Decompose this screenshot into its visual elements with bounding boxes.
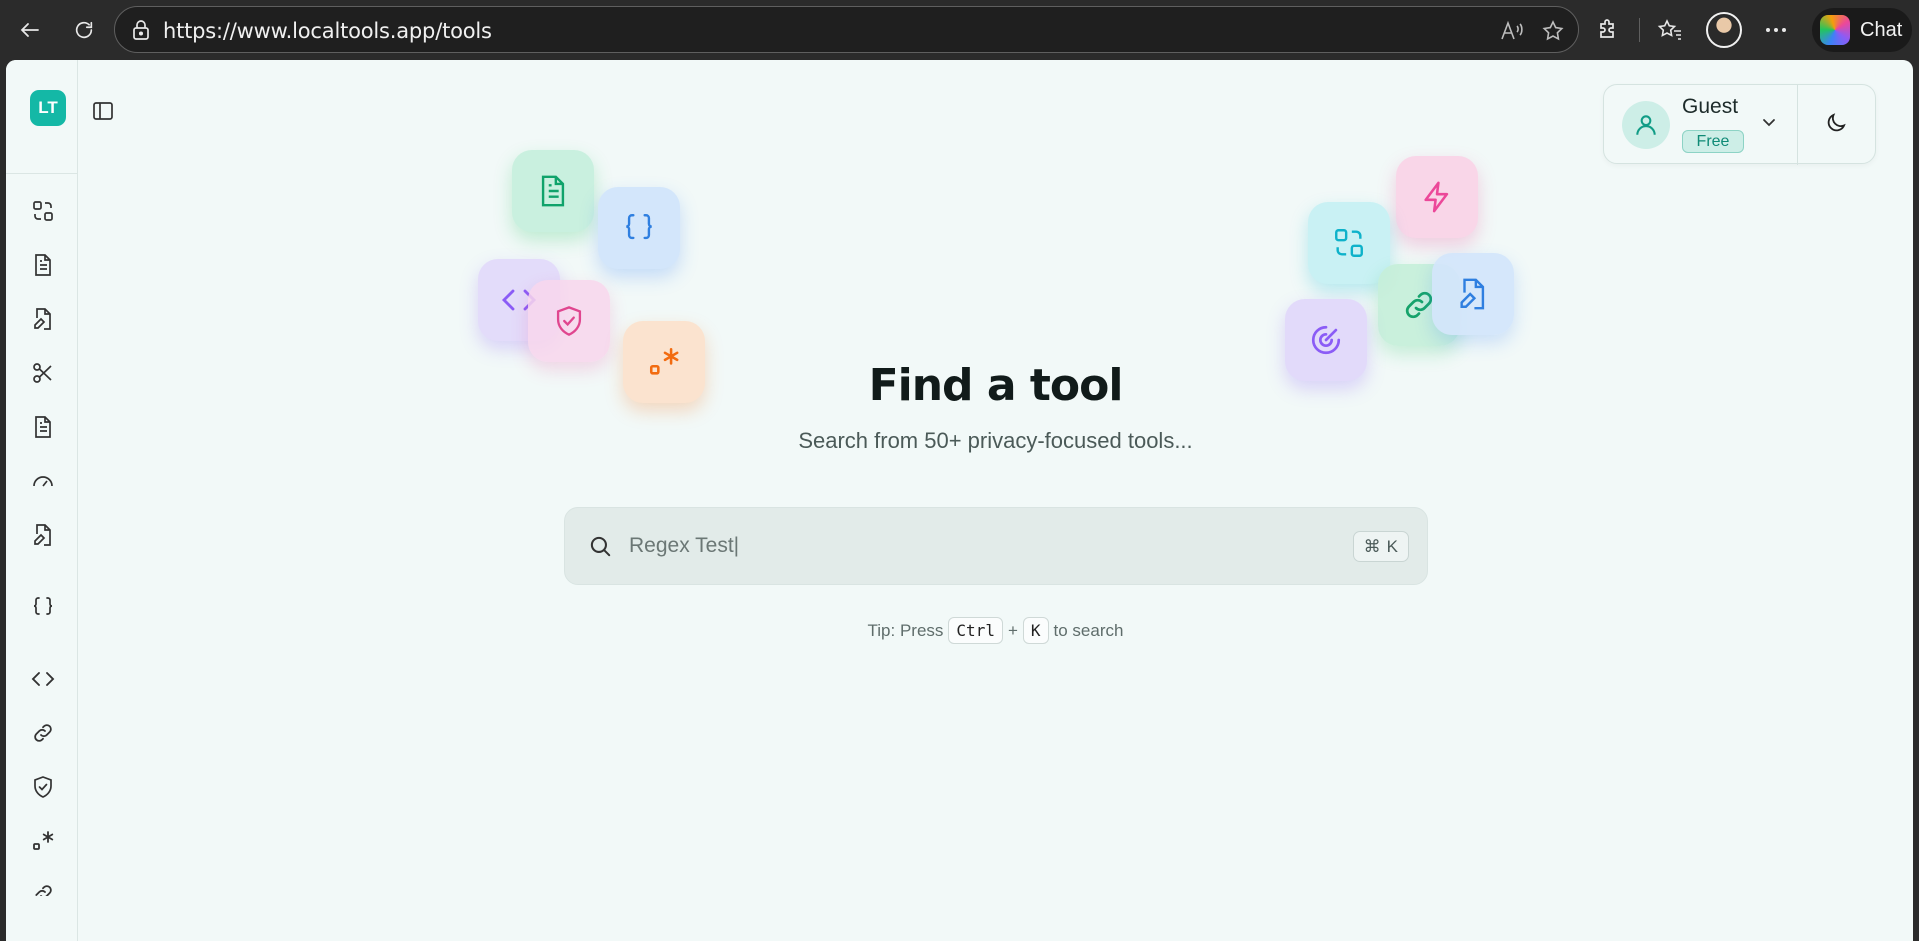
puzzle-icon [1600, 19, 1614, 38]
file-text-icon [541, 175, 565, 207]
moon-icon [1827, 113, 1846, 132]
lightning-icon [1424, 181, 1449, 213]
address-bar[interactable]: https://www.localtools.app/tools [114, 6, 1579, 53]
braces-icon [33, 597, 53, 615]
copilot-icon [1820, 15, 1850, 45]
sidebar-item-regex[interactable] [30, 828, 56, 854]
sidebar-item-gauge[interactable] [30, 468, 56, 494]
ellipsis-icon [1766, 28, 1786, 32]
sidebar-item-signature[interactable] [30, 522, 56, 548]
search-tip: Tip: Press Ctrl + K to search [6, 617, 1913, 644]
sidebar-item-link[interactable] [30, 720, 56, 746]
sidebar-item-converter[interactable] [30, 198, 56, 224]
tip-key-ctrl: Ctrl [948, 617, 1003, 644]
plan-badge: Free [1682, 130, 1744, 153]
tile-bolt [1396, 156, 1478, 238]
convert-icon [33, 201, 53, 221]
star-icon[interactable] [1539, 17, 1567, 45]
refresh-button[interactable] [66, 12, 102, 48]
chevron-down-icon[interactable] [1760, 113, 1778, 136]
regex-icon [33, 831, 54, 850]
shield-check-icon [34, 776, 52, 798]
file-signature-icon [34, 524, 51, 546]
user-name: Guest [1682, 95, 1739, 118]
shield-check-icon [556, 306, 582, 336]
tile-file-edit [1432, 253, 1514, 335]
extensions-button[interactable] [1590, 12, 1626, 48]
read-aloud-icon[interactable] [1498, 17, 1526, 45]
file-text-icon [35, 254, 51, 276]
tile-braces [598, 187, 680, 269]
profile-avatar[interactable] [1706, 12, 1742, 48]
braces-icon [626, 214, 652, 240]
sidebar-item-text[interactable] [30, 252, 56, 278]
tile-file-text [512, 150, 594, 232]
search-icon [587, 533, 613, 564]
app-logo[interactable]: LT [30, 90, 66, 126]
user-menu[interactable]: Guest Free [1603, 84, 1876, 165]
target-icon [1311, 325, 1341, 355]
arrow-left-icon [20, 23, 39, 37]
file-edit-icon [1460, 278, 1485, 310]
panel-left-icon [93, 102, 113, 120]
command-symbol: ⌘ [1363, 536, 1381, 556]
search-input[interactable] [629, 526, 1329, 566]
user-card-divider [1797, 85, 1798, 165]
gauge-icon [33, 476, 53, 487]
refresh-icon [75, 21, 93, 39]
tip-plus: + [1007, 620, 1018, 640]
copilot-chat-button[interactable]: Chat [1812, 8, 1912, 52]
sidebar-item-more[interactable] [30, 882, 56, 896]
sidebar-item-file-edit[interactable] [30, 306, 56, 332]
tip-prefix: Tip: Press [867, 620, 944, 640]
favorites-icon [1657, 19, 1681, 40]
page-subtitle: Search from 50+ privacy-focused tools... [798, 428, 1193, 453]
sidebar-item-security[interactable] [30, 774, 56, 800]
code-icon [31, 672, 55, 686]
search-bar[interactable]: ⌘ K [564, 507, 1428, 585]
chat-label: Chat [1860, 18, 1903, 41]
page-title: Find a tool [868, 360, 1124, 411]
more-options-button[interactable] [1758, 12, 1794, 48]
tile-convert [1308, 202, 1390, 284]
file-edit-icon [34, 308, 51, 330]
shortcut-badge: ⌘ K [1352, 531, 1409, 562]
more-icon [35, 885, 52, 896]
shortcut-key: K [1386, 536, 1398, 556]
toolbar-separator [1639, 18, 1640, 42]
tip-suffix: to search [1053, 620, 1124, 640]
sidebar-divider [6, 173, 78, 174]
browser-toolbar: https://www.localtools.app/tools Chat [0, 0, 1919, 60]
back-button[interactable] [12, 12, 48, 48]
tip-key-k: K [1022, 617, 1049, 644]
sidebar: LT [6, 60, 78, 941]
url-text[interactable]: https://www.localtools.app/tools [163, 19, 492, 43]
sidebar-toggle-button[interactable] [88, 96, 118, 126]
page: LT Guest Free Find a tool Search from 50… [6, 60, 1913, 941]
lock-icon [131, 19, 151, 46]
sidebar-item-code[interactable] [30, 666, 56, 692]
user-icon [1636, 115, 1656, 135]
convert-icon [1335, 229, 1363, 257]
link-icon [34, 724, 52, 742]
tile-shield [528, 280, 610, 362]
favorites-button[interactable] [1652, 12, 1688, 48]
user-avatar [1622, 101, 1670, 149]
theme-toggle-button[interactable] [1824, 111, 1848, 140]
